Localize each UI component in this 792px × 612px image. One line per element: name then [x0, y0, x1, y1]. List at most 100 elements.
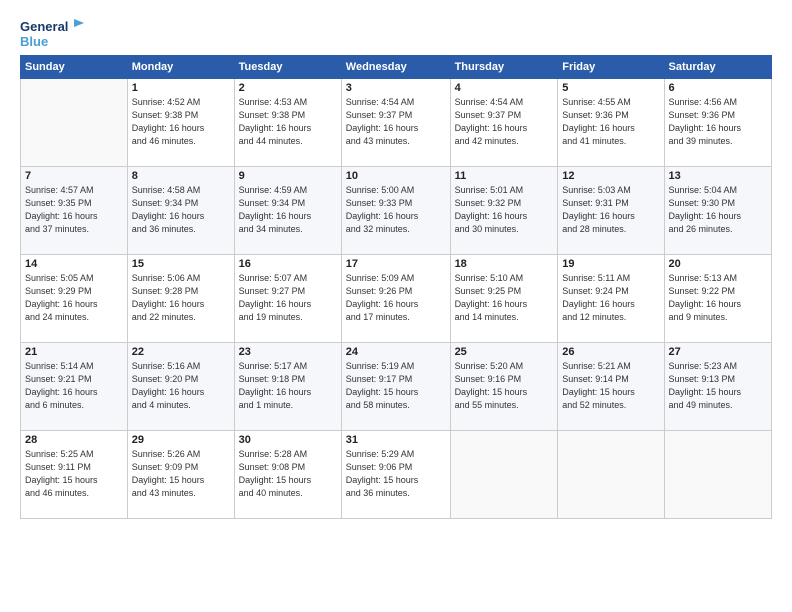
day-number: 14 [25, 258, 123, 270]
calendar-cell: 28Sunrise: 5:25 AM Sunset: 9:11 PM Dayli… [21, 431, 128, 519]
day-number: 13 [669, 170, 767, 182]
calendar-cell: 17 Sunrise: 5:09 AM Sunset: 9:26 PM Dayli… [341, 255, 450, 343]
calendar-week-1: 1Sunrise: 4:52 AM Sunset: 9:38 PM Daylig… [21, 79, 772, 167]
weekday-header-monday: Monday [127, 56, 234, 79]
day-number: 10 [346, 170, 446, 182]
calendar-week-5: 28Sunrise: 5:25 AM Sunset: 9:11 PM Dayli… [21, 431, 772, 519]
day-detail: Sunrise: 4:56 AM Sunset: 9:36 PM Dayligh… [669, 96, 767, 148]
day-number: 31 [346, 434, 446, 446]
calendar-cell: 25 Sunrise: 5:20 AM Sunset: 9:16 PM Dayli… [450, 343, 558, 431]
calendar-cell: 23 Sunrise: 5:17 AM Sunset: 9:18 PM Dayli… [234, 343, 341, 431]
header: General Blue [20, 18, 772, 49]
day-detail: Sunrise: 5:19 AM Sunset: 9:17 PM Dayligh… [346, 360, 446, 412]
calendar-cell: 22 Sunrise: 5:16 AM Sunset: 9:20 PM Dayli… [127, 343, 234, 431]
calendar-cell: 26 Sunrise: 5:21 AM Sunset: 9:14 PM Dayli… [558, 343, 664, 431]
day-detail: Sunrise: 5:04 AM Sunset: 9:30 PM Dayligh… [669, 184, 767, 236]
day-number: 22 [132, 346, 230, 358]
day-number: 30 [239, 434, 337, 446]
calendar-cell: 7 Sunrise: 4:57 AM Sunset: 9:35 PM Daylig… [21, 167, 128, 255]
weekday-header-tuesday: Tuesday [234, 56, 341, 79]
weekday-header-row: SundayMondayTuesdayWednesdayThursdayFrid… [21, 56, 772, 79]
calendar-cell: 11 Sunrise: 5:01 AM Sunset: 9:32 PM Dayli… [450, 167, 558, 255]
day-number: 5 [562, 82, 659, 94]
calendar-week-3: 14 Sunrise: 5:05 AM Sunset: 9:29 PM Dayli… [21, 255, 772, 343]
day-detail: Sunrise: 5:23 AM Sunset: 9:13 PM Dayligh… [669, 360, 767, 412]
day-detail: Sunrise: 4:52 AM Sunset: 9:38 PM Dayligh… [132, 96, 230, 148]
day-detail: Sunrise: 4:57 AM Sunset: 9:35 PM Dayligh… [25, 184, 123, 236]
day-detail: Sunrise: 5:06 AM Sunset: 9:28 PM Dayligh… [132, 272, 230, 324]
calendar-cell: 18Sunrise: 5:10 AM Sunset: 9:25 PM Dayli… [450, 255, 558, 343]
day-detail: Sunrise: 5:00 AM Sunset: 9:33 PM Dayligh… [346, 184, 446, 236]
calendar-cell: 20Sunrise: 5:13 AM Sunset: 9:22 PM Dayli… [664, 255, 771, 343]
day-detail: Sunrise: 4:54 AM Sunset: 9:37 PM Dayligh… [346, 96, 446, 148]
page: General Blue SundayMondayTuesdayWednesda… [0, 0, 792, 529]
day-detail: Sunrise: 5:09 AM Sunset: 9:26 PM Dayligh… [346, 272, 446, 324]
logo: General Blue [20, 18, 86, 49]
calendar-cell: 27 Sunrise: 5:23 AM Sunset: 9:13 PM Dayli… [664, 343, 771, 431]
calendar-cell: 31 Sunrise: 5:29 AM Sunset: 9:06 PM Dayli… [341, 431, 450, 519]
weekday-header-friday: Friday [558, 56, 664, 79]
day-detail: Sunrise: 5:01 AM Sunset: 9:32 PM Dayligh… [455, 184, 554, 236]
day-detail: Sunrise: 5:16 AM Sunset: 9:20 PM Dayligh… [132, 360, 230, 412]
day-number: 19 [562, 258, 659, 270]
calendar-cell: 16Sunrise: 5:07 AM Sunset: 9:27 PM Dayli… [234, 255, 341, 343]
calendar-table: SundayMondayTuesdayWednesdayThursdayFrid… [20, 55, 772, 519]
calendar-cell: 6 Sunrise: 4:56 AM Sunset: 9:36 PM Daylig… [664, 79, 771, 167]
calendar-cell: 9 Sunrise: 4:59 AM Sunset: 9:34 PM Daylig… [234, 167, 341, 255]
calendar-cell: 13 Sunrise: 5:04 AM Sunset: 9:30 PM Dayli… [664, 167, 771, 255]
weekday-header-thursday: Thursday [450, 56, 558, 79]
day-number: 26 [562, 346, 659, 358]
weekday-header-sunday: Sunday [21, 56, 128, 79]
day-detail: Sunrise: 5:28 AM Sunset: 9:08 PM Dayligh… [239, 448, 337, 500]
calendar-cell [21, 79, 128, 167]
day-number: 9 [239, 170, 337, 182]
day-number: 20 [669, 258, 767, 270]
day-detail: Sunrise: 4:59 AM Sunset: 9:34 PM Dayligh… [239, 184, 337, 236]
day-number: 12 [562, 170, 659, 182]
day-detail: Sunrise: 5:03 AM Sunset: 9:31 PM Dayligh… [562, 184, 659, 236]
calendar-cell: 12 Sunrise: 5:03 AM Sunset: 9:31 PM Dayli… [558, 167, 664, 255]
day-number: 6 [669, 82, 767, 94]
day-number: 15 [132, 258, 230, 270]
calendar-cell: 10 Sunrise: 5:00 AM Sunset: 9:33 PM Dayli… [341, 167, 450, 255]
day-detail: Sunrise: 5:14 AM Sunset: 9:21 PM Dayligh… [25, 360, 123, 412]
day-number: 8 [132, 170, 230, 182]
calendar-cell: 14 Sunrise: 5:05 AM Sunset: 9:29 PM Dayli… [21, 255, 128, 343]
day-number: 11 [455, 170, 554, 182]
day-detail: Sunrise: 5:10 AM Sunset: 9:25 PM Dayligh… [455, 272, 554, 324]
day-number: 17 [346, 258, 446, 270]
day-number: 27 [669, 346, 767, 358]
calendar-cell: 19 Sunrise: 5:11 AM Sunset: 9:24 PM Dayli… [558, 255, 664, 343]
day-number: 24 [346, 346, 446, 358]
day-detail: Sunrise: 5:25 AM Sunset: 9:11 PM Dayligh… [25, 448, 123, 500]
calendar-cell: 4 Sunrise: 4:54 AM Sunset: 9:37 PM Daylig… [450, 79, 558, 167]
calendar-cell: 30 Sunrise: 5:28 AM Sunset: 9:08 PM Dayli… [234, 431, 341, 519]
calendar-cell: 2Sunrise: 4:53 AM Sunset: 9:38 PM Daylig… [234, 79, 341, 167]
day-number: 2 [239, 82, 337, 94]
logo-flag-icon [70, 18, 86, 34]
day-detail: Sunrise: 5:07 AM Sunset: 9:27 PM Dayligh… [239, 272, 337, 324]
day-detail: Sunrise: 5:29 AM Sunset: 9:06 PM Dayligh… [346, 448, 446, 500]
calendar-cell: 8 Sunrise: 4:58 AM Sunset: 9:34 PM Daylig… [127, 167, 234, 255]
day-number: 21 [25, 346, 123, 358]
day-detail: Sunrise: 4:54 AM Sunset: 9:37 PM Dayligh… [455, 96, 554, 148]
day-detail: Sunrise: 5:20 AM Sunset: 9:16 PM Dayligh… [455, 360, 554, 412]
calendar-cell: 15 Sunrise: 5:06 AM Sunset: 9:28 PM Dayli… [127, 255, 234, 343]
day-detail: Sunrise: 4:58 AM Sunset: 9:34 PM Dayligh… [132, 184, 230, 236]
day-detail: Sunrise: 5:21 AM Sunset: 9:14 PM Dayligh… [562, 360, 659, 412]
calendar-cell [558, 431, 664, 519]
day-number: 25 [455, 346, 554, 358]
calendar-cell [664, 431, 771, 519]
day-number: 23 [239, 346, 337, 358]
calendar-cell [450, 431, 558, 519]
day-detail: Sunrise: 5:17 AM Sunset: 9:18 PM Dayligh… [239, 360, 337, 412]
day-number: 4 [455, 82, 554, 94]
day-detail: Sunrise: 5:11 AM Sunset: 9:24 PM Dayligh… [562, 272, 659, 324]
calendar-week-2: 7 Sunrise: 4:57 AM Sunset: 9:35 PM Daylig… [21, 167, 772, 255]
calendar-cell: 5 Sunrise: 4:55 AM Sunset: 9:36 PM Daylig… [558, 79, 664, 167]
day-detail: Sunrise: 4:55 AM Sunset: 9:36 PM Dayligh… [562, 96, 659, 148]
calendar-week-4: 21 Sunrise: 5:14 AM Sunset: 9:21 PM Dayli… [21, 343, 772, 431]
calendar-cell: 1Sunrise: 4:52 AM Sunset: 9:38 PM Daylig… [127, 79, 234, 167]
day-detail: Sunrise: 5:05 AM Sunset: 9:29 PM Dayligh… [25, 272, 123, 324]
day-number: 7 [25, 170, 123, 182]
